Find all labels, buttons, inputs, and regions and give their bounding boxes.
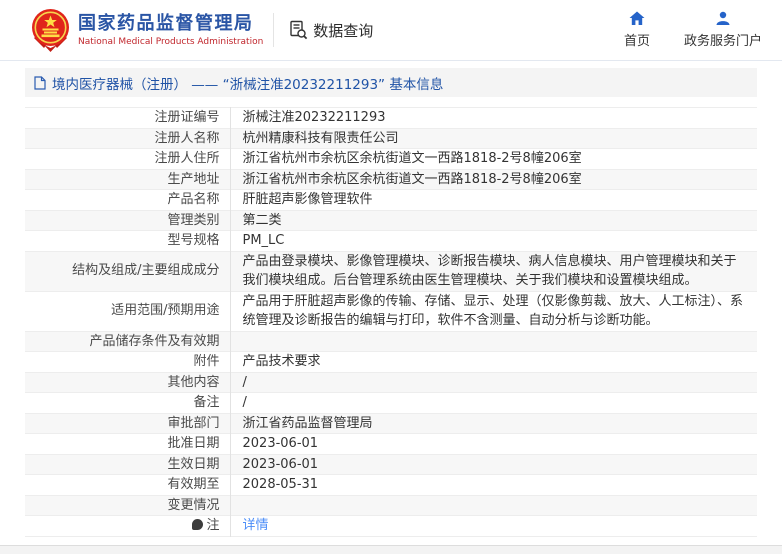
national-emblem-icon [32,8,69,52]
data-query-icon [290,20,308,40]
table-row: 产品名称 肝脏超声影像管理软件 [25,189,757,210]
nav-home[interactable]: 首页 [624,11,650,49]
row-value: 肝脏超声影像管理软件 [229,189,757,210]
agency-name: 国家药品监督管理局 National Medical Products Admi… [78,13,263,47]
row-label: 备注 [193,395,220,410]
registration-info-table: 注册证编号 浙械注准20232211293 注册人名称 杭州精康科技有限责任公司 注册人… [25,107,757,537]
table-row: 附件 产品技术要求 [25,351,757,372]
row-label: 型号规格 [167,233,220,248]
user-icon [716,11,730,25]
row-value: 浙江省杭州市余杭区余杭街道文一西路1818-2号8幢206室 [229,169,757,190]
row-label: 有效期至 [167,477,220,492]
row-value [229,495,757,516]
row-label: 注册证编号 [154,110,220,125]
row-value: 产品技术要求 [229,351,757,372]
row-value: 详情 [229,515,757,536]
agency-name-cn: 国家药品监督管理局 [78,13,254,34]
row-label: 批准日期 [167,436,220,451]
row-label: 审批部门 [167,415,220,431]
section-title-bar: 境内医疗器械（注册） —— “浙械注准20232211293” 基本信息 [25,68,757,97]
table-row: 管理类别 第二类 [25,210,757,231]
row-label: 附件 [193,354,220,369]
header-nav: 首页 政务服务门户 [624,11,764,49]
table-row: 注册人住所 浙江省杭州市余杭区余杭街道文一西路1818-2号8幢206室 [25,148,757,169]
row-value: 第二类 [229,210,757,231]
row-value: 产品用于肝脏超声影像的传输、存储、显示、处理（仅影像剪裁、放大、人工标注）、系统… [229,291,757,331]
row-label: 产品名称 [167,192,220,207]
content: 境内医疗器械（注册） —— “浙械注准20232211293” 基本信息 注册证… [0,61,782,537]
nmpa-logo[interactable]: 国家药品监督管理局 National Medical Products Admi… [30,8,263,53]
data-query-label: 数据查询 [313,21,374,40]
section-title: 境内医疗器械（注册） —— “浙械注准20232211293” 基本信息 [52,76,444,93]
row-label: 注册人住所 [154,151,220,166]
row-value: 2023-06-01 [229,454,757,475]
table-row: 其他内容 / [25,372,757,393]
home-icon [629,11,645,25]
detail-link[interactable]: 详情 [243,518,269,533]
row-value: 杭州精康科技有限责任公司 [229,128,757,149]
table-row: 注册人名称 杭州精康科技有限责任公司 [25,128,757,149]
row-label: 产品储存条件及有效期 [89,333,220,349]
row-value: 2028-05-31 [229,474,757,495]
table-row: 注册证编号 浙械注准20232211293 [25,107,757,128]
row-value: / [229,372,757,393]
row-label: 注 [25,516,230,537]
header-divider [273,13,275,47]
page: 国家药品监督管理局 National Medical Products Admi… [0,0,782,554]
table-row: 生产地址 浙江省杭州市余杭区余杭街道文一西路1818-2号8幢206室 [25,169,757,190]
nav-home-label: 首页 [623,34,650,49]
row-value: 浙械注准20232211293 [229,107,757,128]
table-row: 批准日期 2023-06-01 [25,433,757,454]
row-label: 结构及组成/主要组成成分 [72,263,220,279]
row-label: 其他内容 [167,374,220,390]
comment-icon [192,519,204,530]
table-row: 有效期至 2028-05-31 [25,474,757,495]
row-label: 适用范围/预期用途 [111,303,220,319]
row-value: 浙江省杭州市余杭区余杭街道文一西路1818-2号8幢206室 [229,148,757,169]
row-value: / [229,392,757,413]
row-value: PM_LC [229,230,757,251]
row-value [229,331,757,352]
agency-name-en: National Medical Products Administration [78,37,264,47]
row-label: 生产地址 [167,171,220,187]
table-row: 产品储存条件及有效期 [25,331,757,352]
nav-portal-label: 政务服务门户 [683,34,762,49]
row-label: 注册人名称 [154,130,220,146]
table-row: 生效日期 2023-06-01 [25,454,757,475]
row-value: 浙江省药品监督管理局 [229,413,757,434]
row-value: 产品由登录模块、影像管理模块、诊断报告模块、病人信息模块、用户管理模块和关于我们… [229,251,757,291]
table-row: 结构及组成/主要组成成分 产品由登录模块、影像管理模块、诊断报告模块、病人信息模块… [25,251,757,291]
row-label: 变更情况 [167,497,220,513]
table-row: 变更情况 [25,495,757,516]
page-footer [0,545,782,554]
table-row: 备注 / [25,392,757,413]
table-row: 适用范围/预期用途 产品用于肝脏超声影像的传输、存储、显示、处理（仅影像剪裁、放大… [25,291,757,331]
table-row: 注详情 [25,515,757,537]
row-label: 生效日期 [167,456,220,472]
document-icon [34,75,46,90]
row-label: 管理类别 [167,212,220,228]
nav-portal[interactable]: 政务服务门户 [684,11,762,49]
site-header: 国家药品监督管理局 National Medical Products Admi… [0,0,782,61]
row-value: 2023-06-01 [229,433,757,454]
table-row: 审批部门 浙江省药品监督管理局 [25,413,757,434]
table-row: 型号规格 PM_LC [25,230,757,251]
data-query-link[interactable]: 数据查询 [288,20,373,41]
